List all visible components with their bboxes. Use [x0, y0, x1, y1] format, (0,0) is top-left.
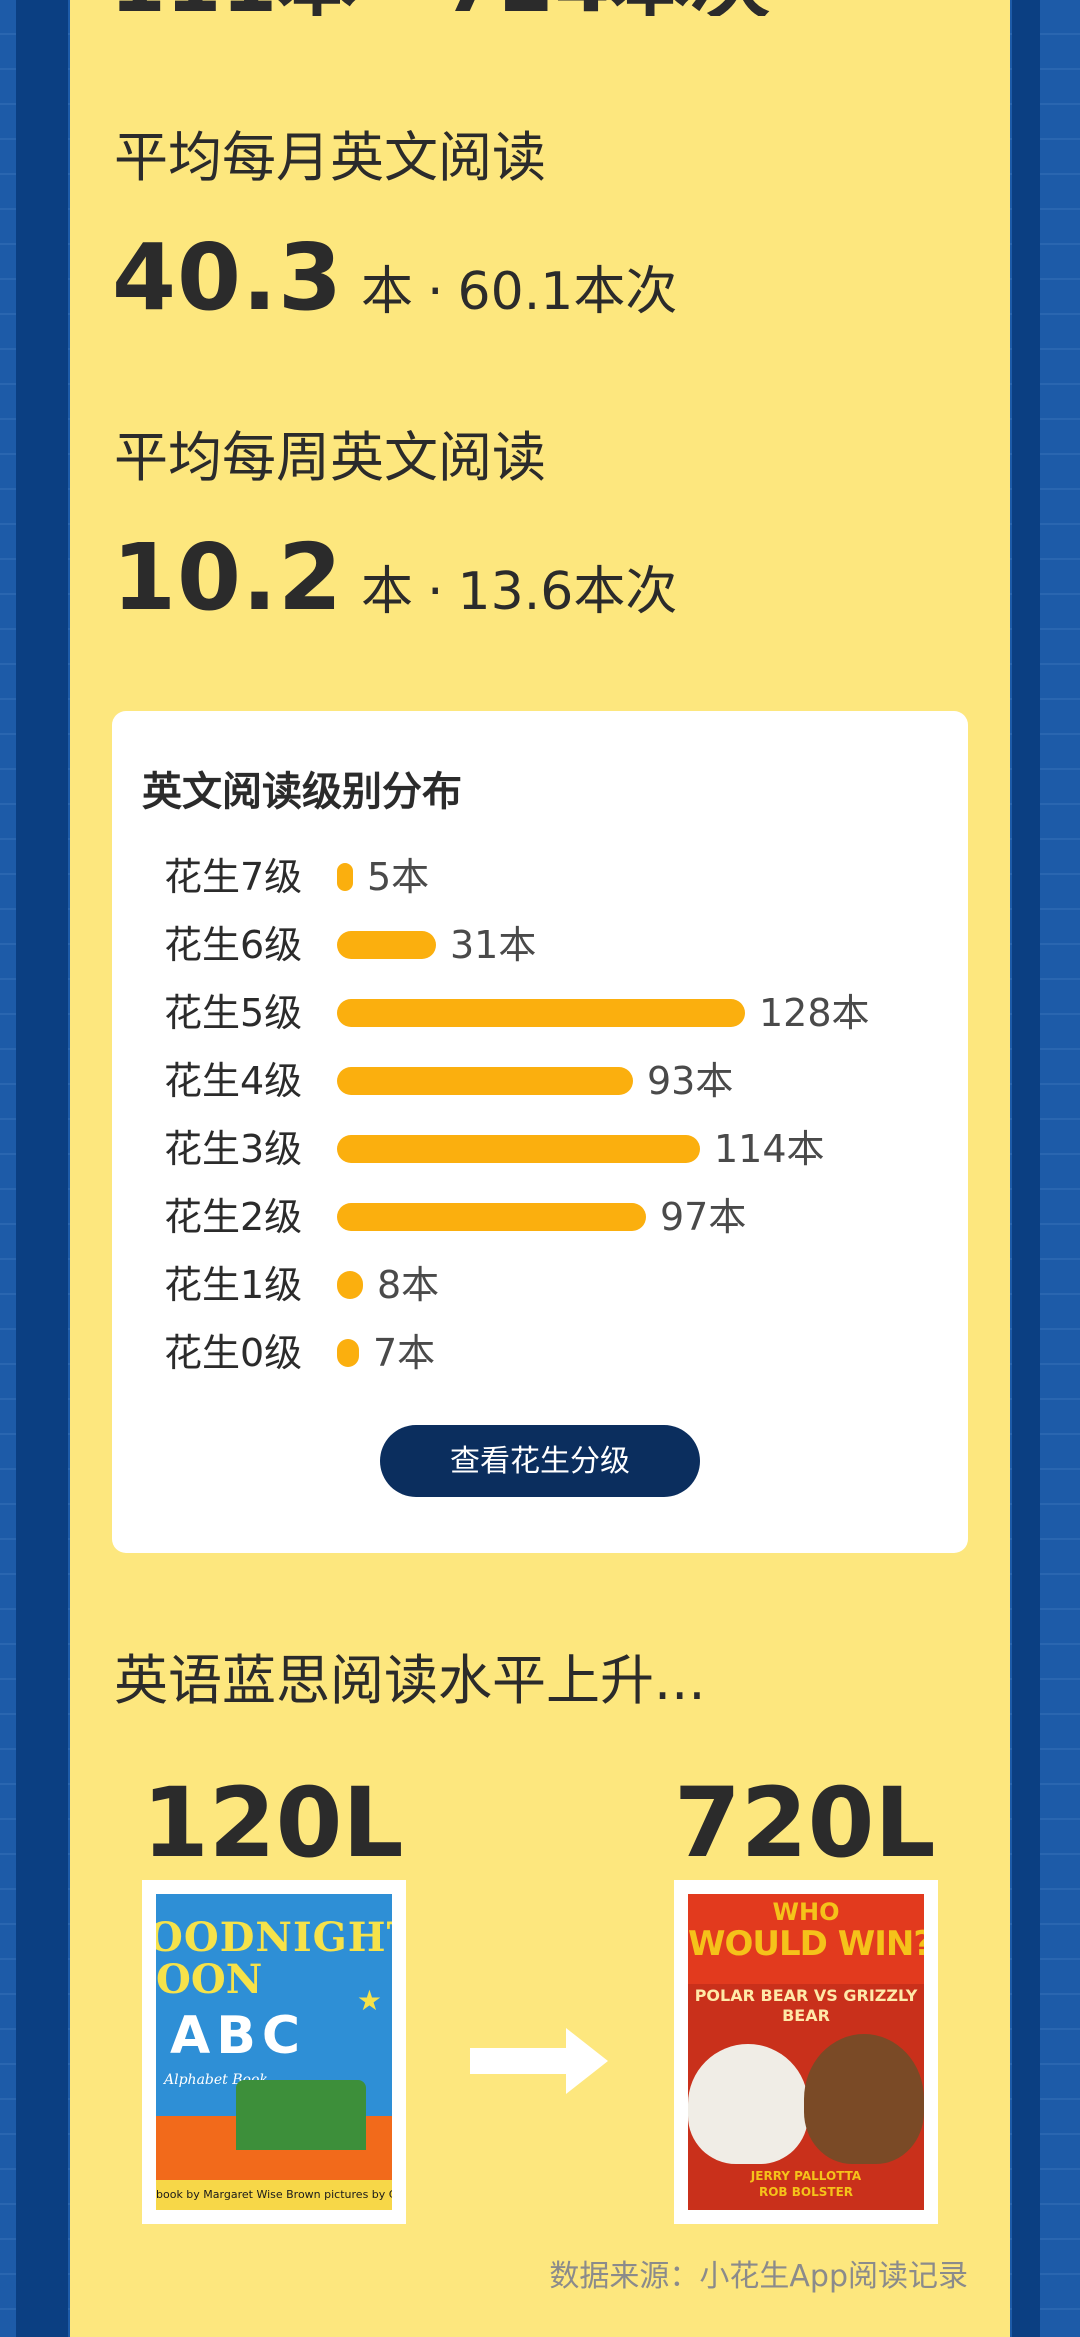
level-bar	[337, 1339, 359, 1367]
level-name: 花生4级	[164, 1059, 303, 1103]
level-count: 8本	[377, 1263, 440, 1307]
level-count: 114本	[714, 1127, 825, 1171]
monthly-label: 平均每月英文阅读	[114, 126, 546, 189]
book-cover-goodnight-moon-abc: OODNIGHT OON ★ ABC Alphabet Book book by…	[142, 1880, 406, 2224]
level-row: 花生1级 8本	[164, 1259, 944, 1311]
cover-title-line1: OODNIGHT	[156, 1914, 392, 1961]
monthly-unit: 本	[361, 262, 414, 322]
cover-who: WHO	[772, 1898, 840, 1926]
weekly-unit: 本	[361, 562, 414, 622]
monthly-separator: ·	[427, 262, 444, 322]
cover-credits: book by Margaret Wise Brown pictures by …	[156, 2180, 392, 2210]
polar-bear-illustration	[688, 2044, 808, 2164]
weekly-separator: ·	[427, 562, 444, 622]
level-count: 128本	[759, 991, 870, 1035]
cover-author: JERRY PALLOTTA ROB BOLSTER	[688, 2168, 924, 2200]
level-count: 93本	[647, 1059, 734, 1103]
level-bar	[337, 1067, 633, 1095]
view-levels-button[interactable]: 查看花生分级	[380, 1425, 700, 1497]
level-row: 花生4级 93本	[164, 1055, 944, 1107]
lexile-to: 720L	[674, 1767, 936, 1879]
cover-title: WOULD WIN?	[688, 1924, 924, 1964]
level-count: 97本	[660, 1195, 747, 1239]
level-bar	[337, 1135, 700, 1163]
weekly-label: 平均每周英文阅读	[114, 426, 546, 489]
frame-edge-right	[1012, 0, 1040, 2337]
level-name: 花生3级	[164, 1127, 303, 1171]
lexile-heading: 英语蓝思阅读水平上升...	[114, 1649, 706, 1712]
star-icon: ★	[356, 1984, 382, 2017]
cover-art: OODNIGHT OON ★ ABC Alphabet Book book by…	[156, 1894, 392, 2210]
cover-bed	[236, 2080, 366, 2150]
level-bar	[337, 999, 745, 1027]
cover-illustrator-name: ROB BOLSTER	[758, 2185, 854, 2199]
book-cover-who-would-win: WHO WOULD WIN? POLAR BEAR VS GRIZZLY BEA…	[674, 1880, 938, 2224]
level-count: 7本	[373, 1331, 436, 1375]
level-row: 花生6级 31本	[164, 919, 944, 971]
level-name: 花生1级	[164, 1263, 303, 1307]
level-name: 花生7级	[164, 855, 303, 899]
level-count: 5本	[367, 855, 430, 899]
grizzly-bear-illustration	[804, 2034, 924, 2164]
weekly-times: 13.6本次	[457, 562, 678, 622]
level-bar-track	[337, 1067, 817, 1095]
level-bar-track	[337, 999, 817, 1027]
level-row: 花生0级 7本	[164, 1327, 944, 1379]
weekly-books: 10.2	[112, 524, 343, 631]
level-row: 花生2级 97本	[164, 1191, 944, 1243]
cover-title-line2: OON	[156, 1956, 263, 2003]
frame-edge-left	[16, 0, 68, 2337]
weekly-value: 10.2 本 · 13.6本次	[112, 528, 677, 654]
cover-art: WHO WOULD WIN? POLAR BEAR VS GRIZZLY BEA…	[688, 1894, 924, 2210]
level-bar	[337, 1203, 646, 1231]
level-name: 花生0级	[164, 1331, 303, 1375]
level-count: 31本	[450, 923, 537, 967]
level-name: 花生5级	[164, 991, 303, 1035]
monthly-times: 60.1本次	[457, 262, 678, 322]
arrow-right-icon	[470, 2028, 608, 2094]
level-bar	[337, 931, 436, 959]
lexile-from: 120L	[142, 1767, 404, 1879]
cover-subtitle: POLAR BEAR VS GRIZZLY BEAR	[694, 1986, 918, 2025]
total-stat-partial: 111本 · 724本次	[110, 0, 770, 16]
level-row: 花生7级 5本	[164, 851, 944, 903]
level-card-title: 英文阅读级别分布	[142, 769, 462, 815]
data-source-note: 数据来源：小花生App阅读记录	[549, 2259, 968, 2294]
level-bar	[337, 863, 353, 891]
cover-author-name: JERRY PALLOTTA	[750, 2169, 862, 2183]
level-row: 花生3级 114本	[164, 1123, 944, 1175]
level-row: 花生5级 128本	[164, 987, 944, 1039]
monthly-value: 40.3 本 · 60.1本次	[112, 228, 677, 354]
level-bar	[337, 1271, 363, 1299]
level-distribution-card: 英文阅读级别分布 花生7级 5本花生6级 31本花生5级 128本花生4级 93本花生3…	[112, 711, 968, 1553]
level-bar-track	[337, 931, 817, 959]
monthly-books: 40.3	[112, 224, 343, 331]
level-name: 花生2级	[164, 1195, 303, 1239]
cover-letters: ABC	[170, 2006, 307, 2066]
level-name: 花生6级	[164, 923, 303, 967]
